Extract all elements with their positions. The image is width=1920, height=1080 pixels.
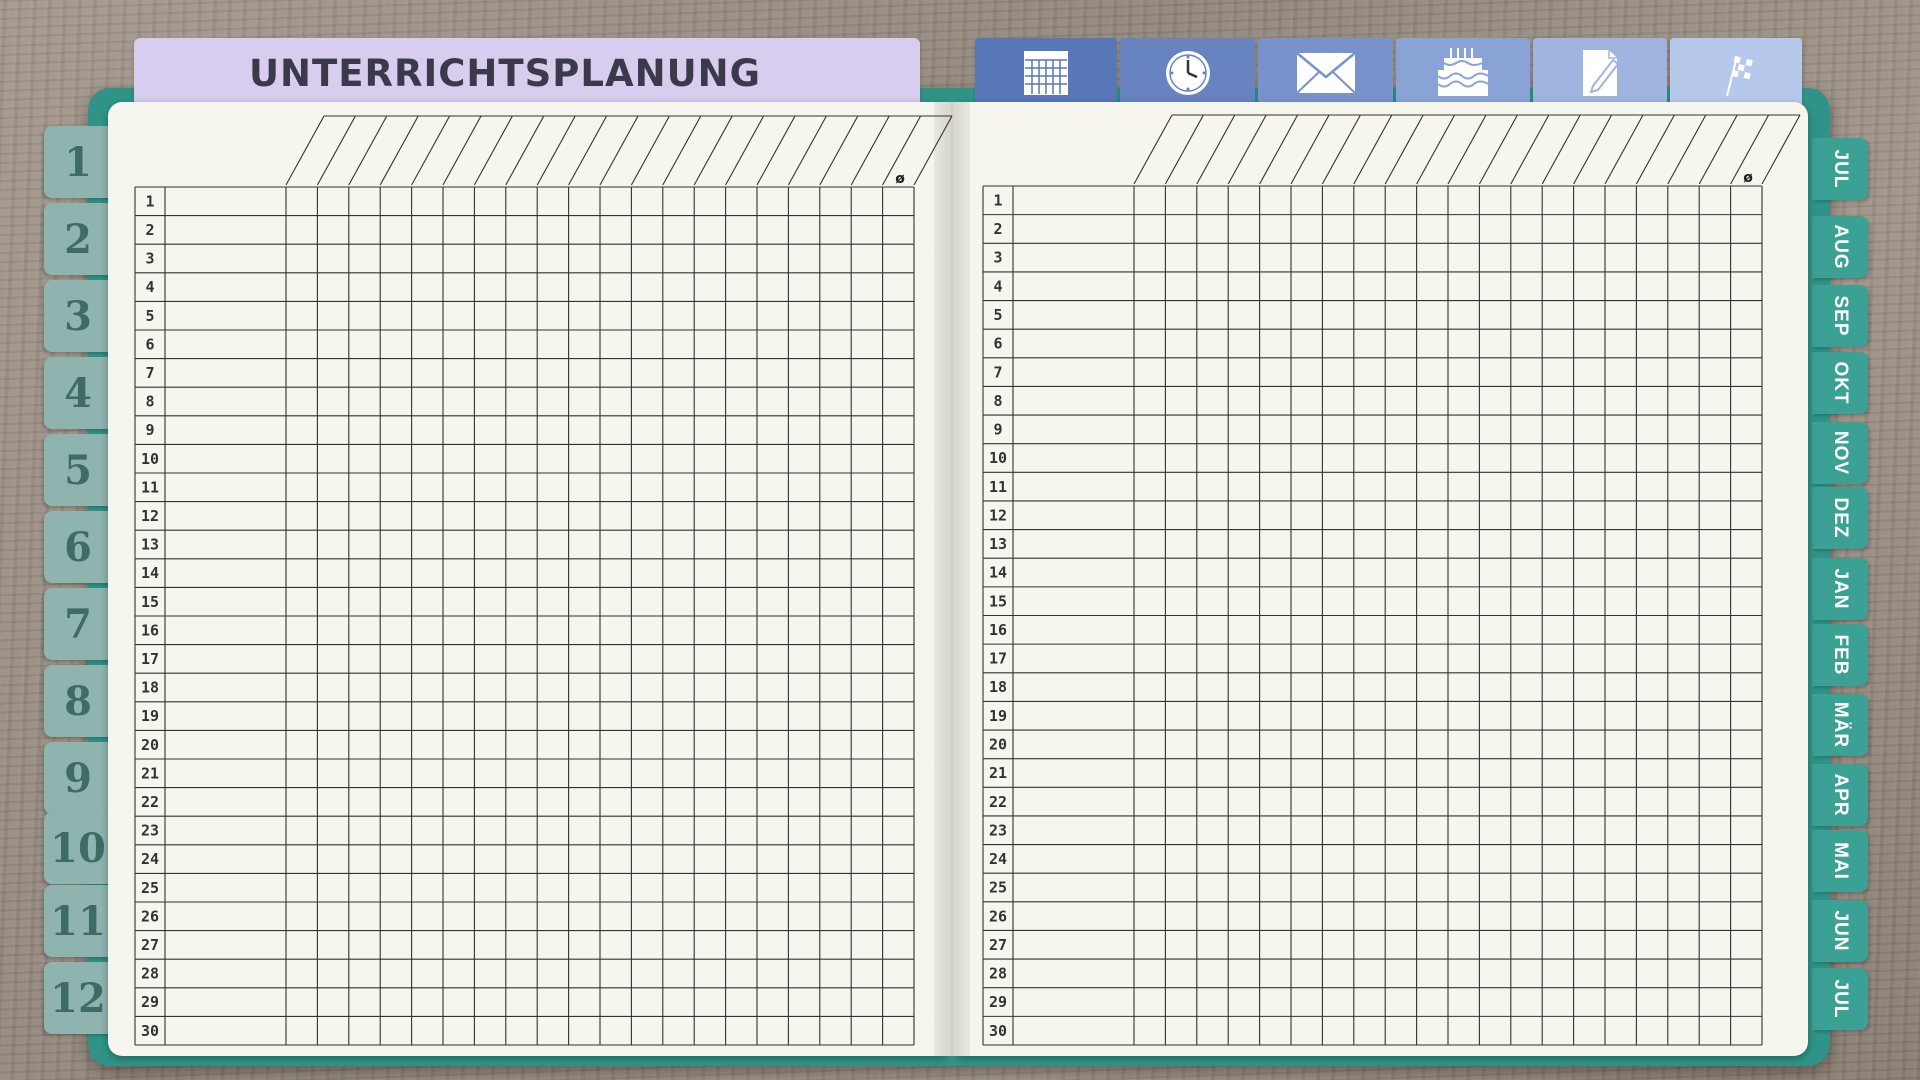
- grid-header-slant-line: [1604, 114, 1644, 185]
- grid-header-slant-line: [1510, 114, 1550, 185]
- row-number: 12: [989, 506, 1007, 524]
- row-number: 20: [989, 736, 1007, 754]
- row-number: 16: [989, 621, 1007, 639]
- row-number: 14: [989, 564, 1007, 582]
- grid-header-slant-line: [1635, 114, 1675, 185]
- grid-header-slant-line: [1698, 114, 1738, 185]
- grid-header-slant-line: [1259, 114, 1299, 185]
- row-number: 28: [989, 965, 1007, 983]
- row-number: 8: [993, 392, 1002, 410]
- row-number: 27: [989, 936, 1007, 954]
- grid-header-slant-line: [1227, 114, 1267, 185]
- row-number: 23: [989, 821, 1007, 839]
- grid-header-slant-line: [1478, 114, 1518, 185]
- row-number: 9: [993, 421, 1002, 439]
- row-number: 17: [989, 650, 1007, 668]
- row-number: 6: [993, 335, 1002, 353]
- grid-header-slant-line: [1164, 114, 1204, 185]
- grid-header-slant-line: [1416, 114, 1456, 185]
- row-number: 2: [993, 220, 1002, 238]
- row-number: 25: [989, 879, 1007, 897]
- grid-header-slant-line: [1384, 114, 1424, 185]
- grid-header-slant-line: [1196, 114, 1236, 185]
- row-number: 5: [993, 306, 1002, 324]
- row-number: 22: [989, 793, 1007, 811]
- row-number: 19: [989, 707, 1007, 725]
- row-number: 26: [989, 907, 1007, 925]
- grid-header-slant-line: [1321, 114, 1361, 185]
- row-number: 30: [989, 1022, 1007, 1040]
- right-grade-grid: 1234567891011121314151617181920212223242…: [982, 114, 1801, 1046]
- row-number: 11: [989, 478, 1007, 496]
- grid-header-slant-line: [1761, 114, 1801, 185]
- row-number: 1: [993, 191, 1002, 209]
- grid-header-slant-line: [1667, 114, 1707, 185]
- row-number: 24: [989, 850, 1007, 868]
- grid-header-slant-line: [1447, 114, 1487, 185]
- grid-header-slant-line: [1290, 114, 1330, 185]
- row-number: 18: [989, 678, 1007, 696]
- grid-header-slant-line: [1133, 114, 1173, 185]
- row-number: 4: [993, 277, 1002, 295]
- row-number: 15: [989, 592, 1007, 610]
- row-number: 21: [989, 764, 1007, 782]
- grid-header-slant-line: [1541, 114, 1581, 185]
- average-column-symbol: ø: [1743, 170, 1753, 186]
- grid-header-slant-line: [1353, 114, 1393, 185]
- row-number: 3: [993, 249, 1002, 267]
- row-number: 13: [989, 535, 1007, 553]
- row-number: 29: [989, 993, 1007, 1011]
- row-number: 10: [989, 449, 1007, 467]
- grid-header-slant-line: [1573, 114, 1613, 185]
- row-number: 7: [993, 363, 1002, 381]
